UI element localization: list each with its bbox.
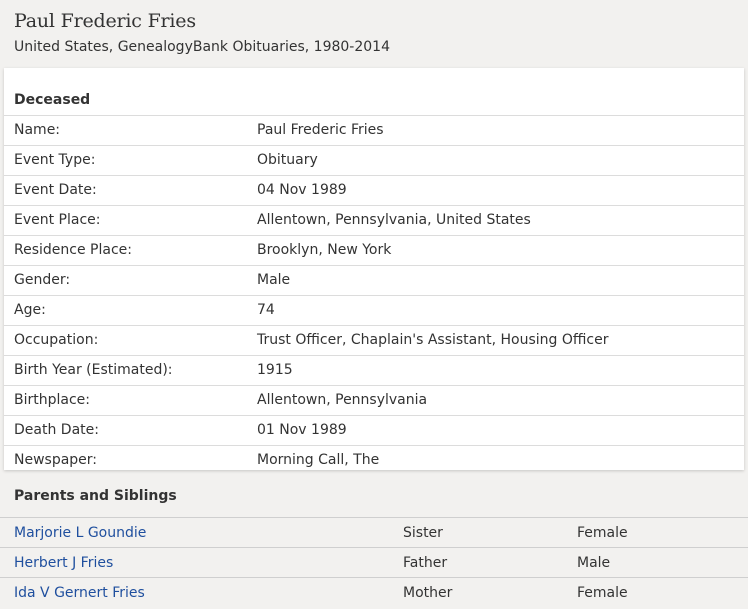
deceased-card: Deceased Name: Paul Frederic Fries Event… xyxy=(4,68,744,470)
field-value: 01 Nov 1989 xyxy=(257,422,347,438)
relative-relationship: Father xyxy=(403,555,448,571)
field-row-event-type: Event Type: Obituary xyxy=(4,145,744,175)
relative-row: Ida V Gernert Fries Mother Female xyxy=(0,577,748,607)
field-row-event-date: Event Date: 04 Nov 1989 xyxy=(4,175,744,205)
field-label: Residence Place: xyxy=(14,242,132,258)
field-value: Allentown, Pennsylvania, United States xyxy=(257,212,531,228)
relative-relationship: Sister xyxy=(403,525,443,541)
relative-gender: Male xyxy=(577,555,611,571)
field-row-newspaper: Newspaper: Morning Call, The xyxy=(4,445,744,475)
field-label: Name: xyxy=(14,122,61,138)
field-value: 04 Nov 1989 xyxy=(257,182,347,198)
field-label: Event Type: xyxy=(14,152,96,168)
field-label: Occupation: xyxy=(14,332,99,348)
field-row-death-date: Death Date: 01 Nov 1989 xyxy=(4,415,744,445)
collection-subtitle: United States, GenealogyBank Obituaries,… xyxy=(14,39,390,55)
field-label: Death Date: xyxy=(14,422,99,438)
parents-siblings-list: Marjorie L Goundie Sister Female Herbert… xyxy=(0,517,748,607)
deceased-section-title: Deceased xyxy=(14,92,91,108)
relative-gender: Female xyxy=(577,585,628,601)
field-row-birthplace: Birthplace: Allentown, Pennsylvania xyxy=(4,385,744,415)
field-row-residence-place: Residence Place: Brooklyn, New York xyxy=(4,235,744,265)
field-label: Birthplace: xyxy=(14,392,90,408)
relative-name-link[interactable]: Marjorie L Goundie xyxy=(14,518,146,548)
field-value: Brooklyn, New York xyxy=(257,242,392,258)
field-label: Gender: xyxy=(14,272,71,288)
field-row-age: Age: 74 xyxy=(4,295,744,325)
relative-gender: Female xyxy=(577,525,628,541)
relative-relationship: Mother xyxy=(403,585,453,601)
field-value: Male xyxy=(257,272,291,288)
field-row-name: Name: Paul Frederic Fries xyxy=(4,115,744,145)
field-value: Trust Officer, Chaplain's Assistant, Hou… xyxy=(257,332,609,348)
field-label: Newspaper: xyxy=(14,452,98,468)
field-row-event-place: Event Place: Allentown, Pennsylvania, Un… xyxy=(4,205,744,235)
field-value: 74 xyxy=(257,302,275,318)
deceased-fields: Name: Paul Frederic Fries Event Type: Ob… xyxy=(4,115,744,475)
relative-row: Herbert J Fries Father Male xyxy=(0,547,748,577)
relative-name-link[interactable]: Ida V Gernert Fries xyxy=(14,578,145,608)
field-value: 1915 xyxy=(257,362,293,378)
field-row-occupation: Occupation: Trust Officer, Chaplain's As… xyxy=(4,325,744,355)
field-value: Allentown, Pennsylvania xyxy=(257,392,428,408)
page-title: Paul Frederic Fries xyxy=(14,10,196,32)
field-label: Birth Year (Estimated): xyxy=(14,362,173,378)
relative-row: Marjorie L Goundie Sister Female xyxy=(0,517,748,547)
field-label: Event Date: xyxy=(14,182,97,198)
field-label: Age: xyxy=(14,302,46,318)
parents-siblings-title: Parents and Siblings xyxy=(14,488,177,504)
field-value: Obituary xyxy=(257,152,318,168)
field-value: Morning Call, The xyxy=(257,452,380,468)
relative-name-link[interactable]: Herbert J Fries xyxy=(14,548,113,578)
field-row-gender: Gender: Male xyxy=(4,265,744,295)
field-row-birth-year: Birth Year (Estimated): 1915 xyxy=(4,355,744,385)
field-label: Event Place: xyxy=(14,212,101,228)
deceased-name-link[interactable]: Paul Frederic Fries xyxy=(257,116,384,145)
